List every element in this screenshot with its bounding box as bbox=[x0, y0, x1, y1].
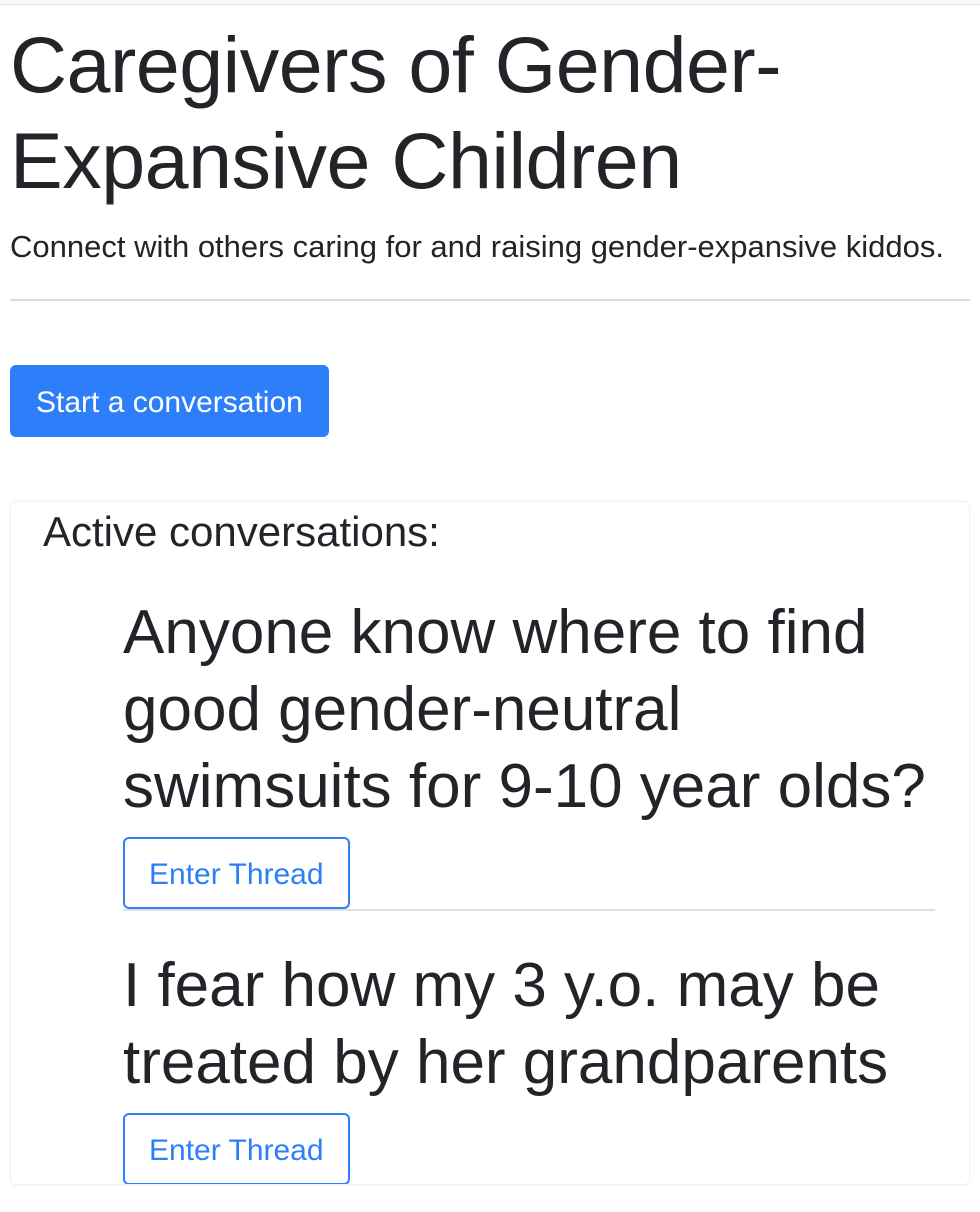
thread-list: Anyone know where to find good gender-ne… bbox=[123, 594, 935, 1184]
page-container: Caregivers of Gender- Expansive Children… bbox=[0, 17, 980, 1185]
active-conversations-card: Active conversations: Anyone know where … bbox=[10, 501, 970, 1185]
header-divider bbox=[10, 299, 970, 301]
thread-title[interactable]: I fear how my 3 y.o. may be treated by h… bbox=[123, 947, 935, 1101]
thread-item: I fear how my 3 y.o. may be treated by h… bbox=[123, 947, 935, 1184]
page-title-line-2: Expansive Children bbox=[10, 116, 682, 205]
page-title: Caregivers of Gender- Expansive Children bbox=[10, 17, 970, 209]
page-description: Connect with others caring for and raisi… bbox=[10, 229, 944, 264]
start-conversation-button[interactable]: Start a conversation bbox=[10, 365, 329, 437]
thread-title[interactable]: Anyone know where to find good gender-ne… bbox=[123, 594, 935, 825]
enter-thread-button[interactable]: Enter Thread bbox=[123, 837, 350, 909]
thread-item: Anyone know where to find good gender-ne… bbox=[123, 594, 935, 911]
enter-thread-button[interactable]: Enter Thread bbox=[123, 1113, 350, 1184]
active-conversations-heading: Active conversations: bbox=[43, 508, 440, 555]
browser-top-edge bbox=[0, 0, 980, 5]
page-title-line-1: Caregivers of Gender- bbox=[10, 20, 782, 109]
